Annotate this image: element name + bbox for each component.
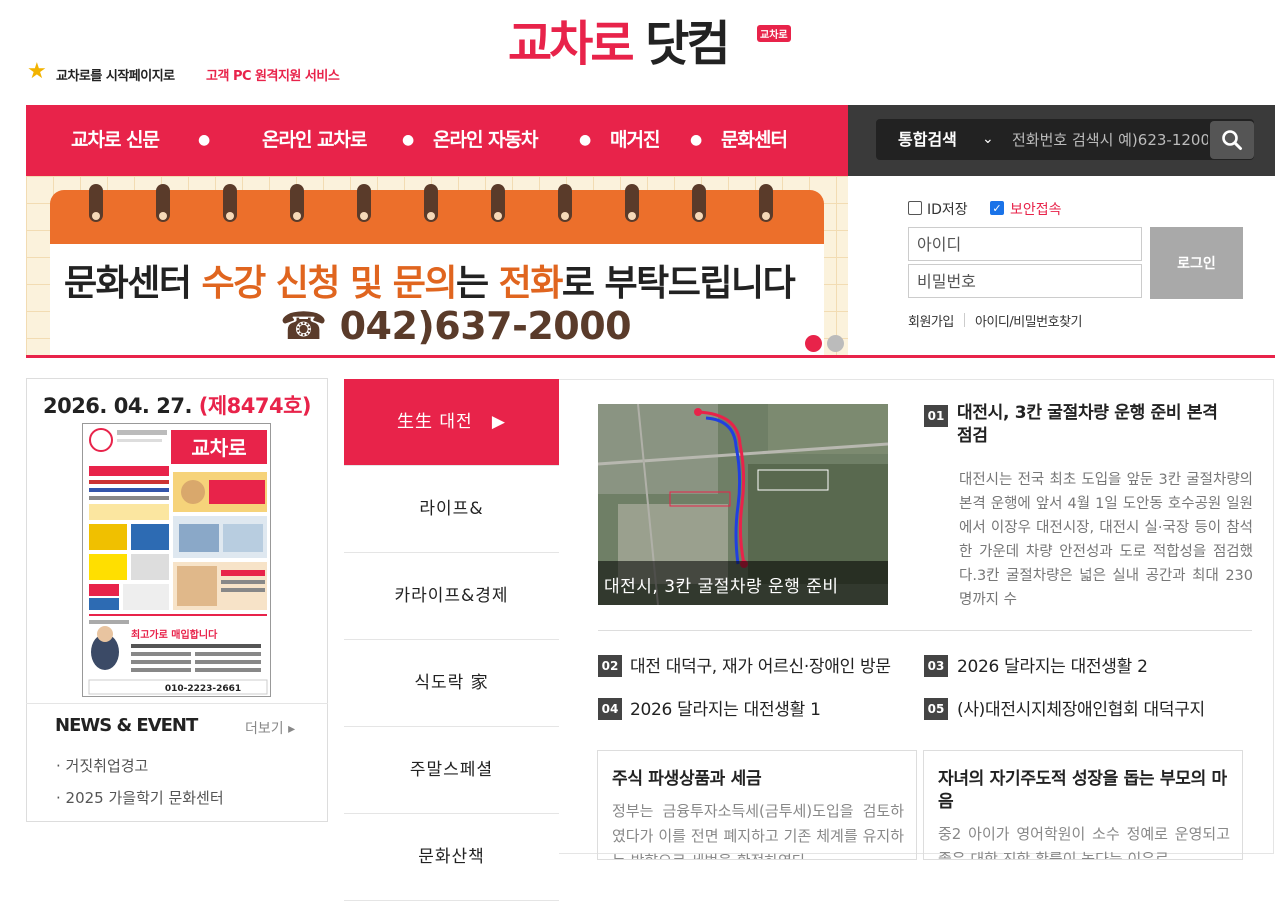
- logo-text-dark: 닷컴: [645, 16, 730, 72]
- id-save-label[interactable]: ID저장: [927, 199, 968, 219]
- calendar-ring: [625, 184, 639, 222]
- main-news-caption[interactable]: 대전시, 3칸 굴절차량 운행 준비: [604, 572, 839, 597]
- news-rank-badge: 01: [924, 405, 948, 427]
- secure-login-checkbox[interactable]: ✓: [990, 201, 1004, 215]
- nav-item-magazine[interactable]: 매거진: [610, 105, 660, 176]
- calendar-ring: [156, 184, 170, 222]
- search-input[interactable]: [1005, 119, 1208, 160]
- category-tab-weekend[interactable]: 주말스페셜: [344, 727, 559, 814]
- news-list-link[interactable]: 2026 달라지는 대전생활 1: [630, 695, 922, 720]
- logo-text-red: 교차로: [508, 16, 634, 72]
- banner-divider: [26, 355, 1275, 358]
- secure-login-label[interactable]: 보안접속: [1010, 199, 1062, 219]
- article-card-text: 정부는 금융투자소득세(금투세)도입을 검토하였다가 이를 전면 폐지하고 기존…: [612, 802, 904, 859]
- nav-separator: ●: [198, 132, 211, 148]
- category-tab-culture[interactable]: 문화산책: [344, 814, 559, 901]
- link-separator: [964, 313, 965, 327]
- login-button[interactable]: 로그인: [1150, 227, 1243, 299]
- nav-item-auto[interactable]: 온라인 자동차: [433, 105, 538, 176]
- calendar-ring: [290, 184, 304, 222]
- set-start-page-link[interactable]: 교차로를 시작페이지로: [56, 65, 175, 84]
- banner-headline: 문화센터 수강 신청 및 문의는 전화로 부탁드립니다: [64, 263, 796, 304]
- logo-badge: 교차로: [757, 25, 791, 42]
- nav-separator: ●: [402, 132, 415, 148]
- nav-item-online[interactable]: 온라인 교차로: [262, 105, 367, 176]
- site-logo[interactable]: 교차로 닷컴: [508, 14, 731, 74]
- id-save-checkbox[interactable]: [908, 201, 922, 215]
- banner-phone: ☎ 042)637-2000: [280, 304, 632, 348]
- nav-separator: ●: [579, 132, 592, 148]
- main-news-headline[interactable]: 대전시, 3칸 굴절차량 운행 준비 본격 점검: [957, 402, 1237, 448]
- calendar-ring: [223, 184, 237, 222]
- article-card[interactable]: 자녀의 자기주도적 성장을 돕는 부모의 마음 중2 아이가 영어학원이 소수 …: [923, 750, 1243, 860]
- news-list-link[interactable]: 대전 대덕구, 재가 어르신·장애인 방문: [630, 652, 922, 677]
- calendar-ring: [491, 184, 505, 222]
- news-rank-badge: 04: [598, 698, 622, 720]
- news-rank-badge: 05: [924, 698, 948, 720]
- nav-item-culture-center[interactable]: 문화센터: [721, 105, 788, 176]
- news-list-link[interactable]: 2026 달라지는 대전생활 2: [957, 652, 1249, 677]
- banner-pager-dot[interactable]: [827, 335, 844, 352]
- hero-banner[interactable]: 문화센터 수강 신청 및 문의는 전화로 부탁드립니다 ☎ 042)637-20…: [26, 176, 848, 356]
- article-card-title[interactable]: 주식 파생상품과 세금: [612, 768, 904, 791]
- search-icon: [1222, 130, 1242, 150]
- search-button[interactable]: [1210, 121, 1254, 159]
- news-rank-badge: 02: [598, 655, 622, 677]
- signup-link[interactable]: 회원가입: [908, 311, 954, 330]
- calendar-ring: [558, 184, 572, 222]
- news-divider: [598, 630, 1252, 631]
- star-icon[interactable]: ★: [27, 61, 49, 83]
- banner-pager-dot-active[interactable]: [805, 335, 822, 352]
- news-event-title: NEWS & EVENT: [55, 715, 198, 736]
- svg-text:최고가로 매입합니다: 최고가로 매입합니다: [131, 628, 218, 641]
- news-item[interactable]: · 거짓취업경고: [56, 755, 148, 776]
- news-list-link[interactable]: (사)대전시지체장애인협회 대덕구지: [957, 695, 1249, 720]
- nav-separator: ●: [690, 132, 703, 148]
- category-tab-carlife[interactable]: 카라이프&경제: [344, 553, 559, 640]
- svg-text:010-2223-2661: 010-2223-2661: [165, 684, 241, 694]
- chevron-down-icon[interactable]: ⌄: [982, 119, 994, 160]
- password-input[interactable]: [908, 264, 1142, 298]
- news-more-link[interactable]: 더보기 ▸: [245, 718, 295, 738]
- issue-date: 2026. 04. 27. (제8474호): [42, 394, 312, 418]
- svg-text:교차로: 교차로: [191, 436, 246, 460]
- user-id-input[interactable]: [908, 227, 1142, 261]
- main-nav: 교차로 신문 ● 온라인 교차로 ● 온라인 자동차 ● 매거진 ● 문화센터: [26, 105, 848, 176]
- calendar-ring: [692, 184, 706, 222]
- nav-item-newspaper[interactable]: 교차로 신문: [71, 105, 160, 176]
- news-item[interactable]: · 2025 가을학기 문화센터: [56, 787, 224, 808]
- calendar-ring: [357, 184, 371, 222]
- newspaper-cover-image: 교차로 최고가로 매입합니다 010-2223-2661: [83, 424, 270, 696]
- article-card-title[interactable]: 자녀의 자기주도적 성장을 돕는 부모의 마음: [938, 768, 1230, 814]
- article-card[interactable]: 주식 파생상품과 세금 정부는 금융투자소득세(금투세)도입을 검토하였다가 이…: [597, 750, 917, 860]
- news-rank-badge: 03: [924, 655, 948, 677]
- category-tab-daejeon[interactable]: 生生 대전 ▶: [344, 379, 559, 466]
- top-header: ★ 교차로를 시작페이지로 고객 PC 원격지원 서비스 교차로 닷컴 교차로: [0, 0, 1280, 105]
- remote-support-link[interactable]: 고객 PC 원격지원 서비스: [206, 65, 340, 84]
- calendar-ring: [424, 184, 438, 222]
- category-tab-food[interactable]: 식도락 家: [344, 640, 559, 727]
- article-card-text: 중2 아이가 영어학원이 소수 정예로 운영되고 좋은 대학 진학 확률이 높다…: [938, 825, 1230, 860]
- calendar-ring: [89, 184, 103, 222]
- category-tab-life[interactable]: 라이프&: [344, 466, 559, 553]
- panel-divider: [26, 703, 328, 704]
- main-news-summary[interactable]: 대전시는 전국 최초 도입을 앞둔 3칸 굴절차량의 본격 운행에 앞서 4월 …: [959, 468, 1253, 611]
- newspaper-thumbnail[interactable]: 교차로 최고가로 매입합니다 010-2223-2661: [82, 423, 271, 697]
- find-account-link[interactable]: 아이디/비밀번호찾기: [975, 311, 1083, 330]
- calendar-ring: [759, 184, 773, 222]
